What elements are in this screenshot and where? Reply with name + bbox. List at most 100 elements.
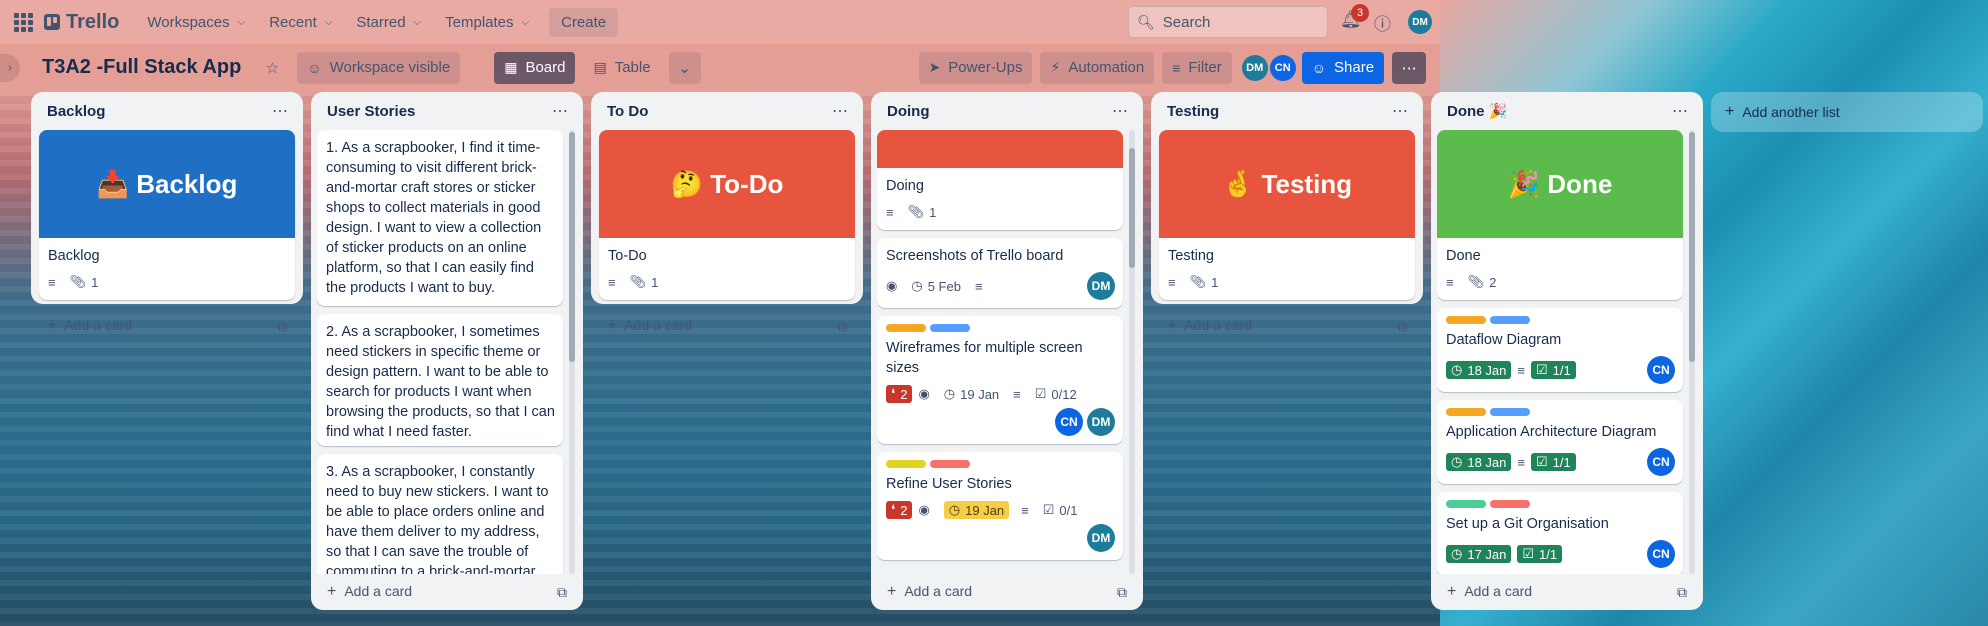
automation-button[interactable]: ⚡︎ Automation: [1040, 51, 1155, 84]
label-orange[interactable]: [1446, 408, 1486, 416]
board-menu-button[interactable]: ⋯: [1392, 51, 1427, 84]
label-blue[interactable]: [1490, 408, 1530, 416]
card-title: Doing: [886, 178, 924, 194]
list-menu-icon[interactable]: ⋯: [1112, 101, 1129, 121]
search-input[interactable]: 🔍︎ Search: [1128, 6, 1328, 38]
trello-logo[interactable]: Trello: [44, 11, 119, 34]
label-orange[interactable]: [1446, 316, 1486, 324]
filter-button[interactable]: ≡ Filter: [1162, 51, 1232, 84]
card-member-avatar[interactable]: CN: [1647, 356, 1675, 384]
recent-menu[interactable]: Recent ⌵: [259, 8, 342, 37]
share-button[interactable]: ☺ Share: [1301, 51, 1385, 84]
list-title[interactable]: Doing: [887, 103, 930, 120]
card-doing[interactable]: Doing ≡ 📎︎ 1: [877, 130, 1123, 230]
add-card-button[interactable]: + Add a card ⧉: [599, 308, 855, 344]
list-scrollbar-thumb[interactable]: [1129, 148, 1135, 268]
add-another-list-button[interactable]: + Add another list: [1711, 92, 1983, 132]
card-to-do[interactable]: 🤔 To-Do To-Do ≡ 📎︎ 1: [599, 130, 855, 300]
card-title: 2. As a scrapbooker, I sometimes need st…: [326, 324, 555, 440]
create-from-template-icon[interactable]: ⧉: [1117, 584, 1127, 601]
checklist-icon: ☑: [1522, 546, 1535, 561]
card-member-avatar[interactable]: DM: [1087, 272, 1115, 300]
card-backlog[interactable]: 📥 Backlog Backlog ≡ 📎︎ 1: [39, 130, 295, 300]
list-menu-icon[interactable]: ⋯: [832, 101, 849, 121]
list-title[interactable]: Done 🎉: [1447, 102, 1507, 120]
workspaces-menu[interactable]: Workspaces ⌵: [137, 8, 255, 37]
description-icon: ≡: [48, 274, 56, 290]
add-card-button[interactable]: + Add a card ⧉: [879, 574, 1135, 610]
card-member-avatar[interactable]: CN: [1647, 448, 1675, 476]
label-orange[interactable]: [886, 324, 926, 332]
star-board-button[interactable]: ☆: [255, 52, 289, 84]
powerups-button[interactable]: ➤ Power-Ups: [918, 51, 1033, 84]
create-from-template-icon[interactable]: ⧉: [557, 584, 567, 601]
card-git-organisation[interactable]: Set up a Git Organisation ◷ 17 Jan ☑ 1/1 C…: [1437, 492, 1683, 574]
checklist-icon: ☑: [1535, 454, 1548, 469]
list-title[interactable]: User Stories: [327, 103, 415, 120]
card-member-avatar[interactable]: CN: [1647, 540, 1675, 568]
list-backlog: Backlog ⋯ 📥 Backlog Backlog ≡ 📎︎ 1 + Add a c…: [31, 92, 303, 334]
list-title[interactable]: To Do: [607, 103, 648, 120]
starred-menu[interactable]: Starred ⌵: [346, 8, 431, 37]
notification-count-badge: 3: [1351, 4, 1369, 22]
create-button[interactable]: Create: [549, 7, 619, 37]
card-testing[interactable]: 🤞 Testing Testing ≡ 📎︎ 1: [1159, 130, 1415, 300]
label-green[interactable]: [1446, 500, 1486, 508]
card-application-architecture-diagram[interactable]: Application Architecture Diagram ◷ 18 Jan…: [1437, 400, 1683, 484]
card-refine-user-stories[interactable]: Refine User Stories ❛ 2 ◉ ◷ 19 Jan ≡ ☑ 0/1 …: [877, 452, 1123, 560]
create-from-template-icon[interactable]: ⧉: [837, 318, 847, 335]
table-view-tab[interactable]: ▤ Table: [583, 52, 660, 84]
card-wireframes[interactable]: Wireframes for multiple screen sizes ❛ 2 …: [877, 316, 1123, 444]
chevron-down-icon: ⌵: [324, 16, 333, 28]
add-card-label: Add a card: [64, 317, 133, 333]
description-icon: ≡: [1446, 274, 1454, 290]
help-icon[interactable]: ⓘ: [1374, 10, 1391, 35]
clock-icon: ◷: [1451, 454, 1463, 469]
add-card-button[interactable]: + Add a card ⧉: [1159, 308, 1415, 344]
label-blue[interactable]: [930, 324, 970, 332]
label-red[interactable]: [1490, 500, 1530, 508]
member-avatar[interactable]: DM: [1241, 54, 1268, 81]
list-title[interactable]: Testing: [1167, 103, 1219, 120]
create-from-template-icon[interactable]: ⧉: [1397, 318, 1407, 335]
card-member-avatar[interactable]: CN: [1055, 408, 1083, 436]
add-card-button[interactable]: + Add a card ⧉: [1439, 574, 1695, 610]
label-blue[interactable]: [1490, 316, 1530, 324]
card-user-story-1[interactable]: 1. As a scrapbooker, I find it time-cons…: [317, 130, 563, 306]
description-icon: ≡: [1168, 274, 1176, 290]
list-menu-icon[interactable]: ⋯: [272, 101, 289, 121]
templates-menu[interactable]: Templates ⌵: [435, 8, 539, 37]
create-from-template-icon[interactable]: ⧉: [1677, 584, 1687, 601]
card-user-story-2[interactable]: 2. As a scrapbooker, I sometimes need st…: [317, 314, 563, 446]
due-date: 19 Jan: [960, 386, 1000, 402]
list-scrollbar-thumb[interactable]: [1689, 132, 1695, 362]
app-switcher-icon[interactable]: [12, 11, 34, 33]
views-dropdown-button[interactable]: ⌄: [668, 51, 701, 84]
board-view-tab[interactable]: ▦ Board: [494, 51, 576, 84]
create-from-template-icon[interactable]: ⧉: [277, 318, 287, 335]
label-red[interactable]: [930, 460, 970, 468]
board-title[interactable]: T3A2 -Full Stack App: [42, 56, 241, 79]
card-done[interactable]: 🎉 Done Done ≡ 📎︎ 2: [1437, 130, 1683, 300]
sidebar-expand-icon[interactable]: ›: [0, 53, 20, 82]
search-placeholder: Search: [1162, 13, 1211, 31]
card-cover: 🎉 Done: [1437, 130, 1683, 238]
card-dataflow-diagram[interactable]: Dataflow Diagram ◷ 18 Jan ≡ ☑ 1/1 CN: [1437, 308, 1683, 392]
user-avatar[interactable]: DM: [1408, 10, 1432, 34]
label-yellow[interactable]: [886, 460, 926, 468]
member-avatar[interactable]: CN: [1269, 54, 1296, 81]
card-member-avatar[interactable]: DM: [1087, 524, 1115, 552]
due-date: 18 Jan: [1467, 454, 1507, 470]
list-scrollbar-thumb[interactable]: [569, 132, 575, 362]
list-menu-icon[interactable]: ⋯: [1672, 101, 1689, 121]
card-member-avatar[interactable]: DM: [1087, 408, 1115, 436]
add-card-button[interactable]: + Add a card ⧉: [39, 308, 295, 344]
add-card-button[interactable]: + Add a card ⧉: [319, 574, 575, 610]
card-user-story-3[interactable]: 3. As a scrapbooker, I constantly need t…: [317, 454, 563, 574]
list-menu-icon[interactable]: ⋯: [552, 101, 569, 121]
card-title: Backlog: [48, 248, 100, 264]
visibility-button[interactable]: ☺ Workspace visible: [297, 51, 461, 84]
list-menu-icon[interactable]: ⋯: [1392, 101, 1409, 121]
card-screenshots[interactable]: Screenshots of Trello board ◉ ◷ 5 Feb ≡ D…: [877, 238, 1123, 308]
list-title[interactable]: Backlog: [47, 103, 105, 120]
